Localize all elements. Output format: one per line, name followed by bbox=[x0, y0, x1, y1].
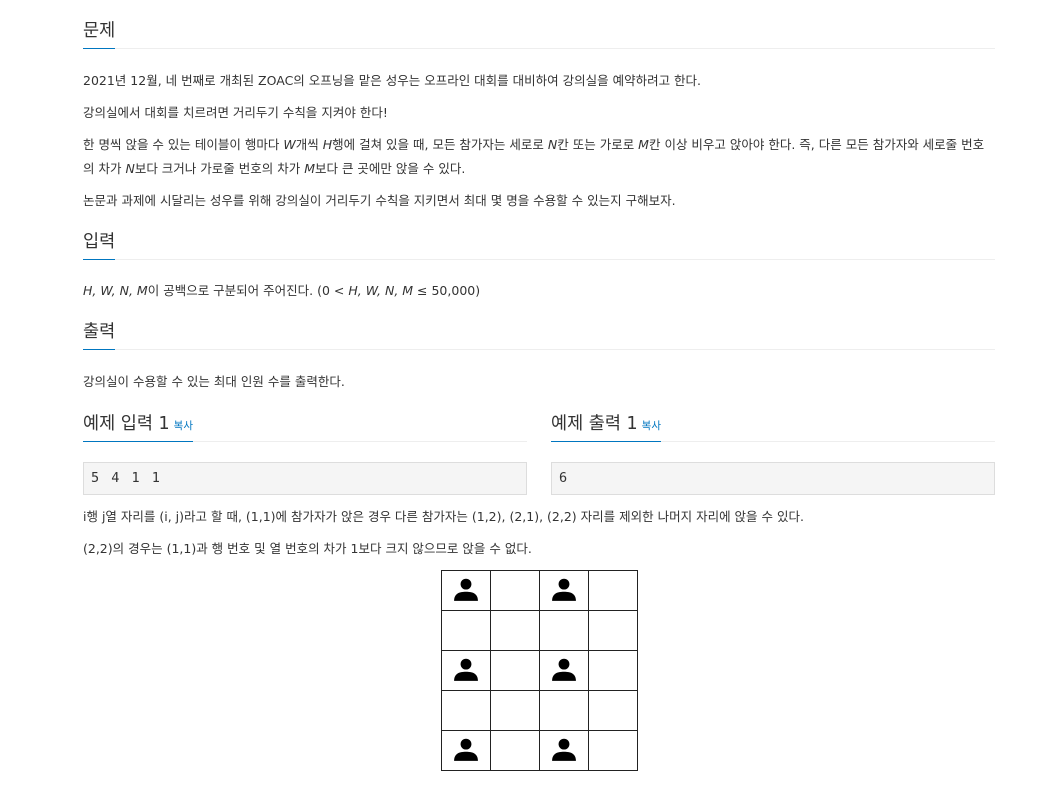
seating-grid bbox=[441, 570, 638, 771]
copy-output-button[interactable]: 복사 bbox=[642, 420, 661, 432]
grid-cell bbox=[441, 650, 491, 691]
grid-cell bbox=[539, 650, 589, 691]
input-section-header: 입력 bbox=[83, 211, 995, 260]
explanation-paragraph-2: (2,2)의 경우는 (1,1)과 행 번호 및 열 번호의 차가 1보다 크지… bbox=[83, 541, 532, 556]
person-icon bbox=[552, 658, 576, 681]
output-section-header: 출력 bbox=[83, 301, 995, 350]
sample-output-header: 예제 출력 1 복사 bbox=[551, 411, 995, 442]
grid-cell bbox=[539, 610, 589, 651]
input-description: H, W, N, M이 공백으로 구분되어 주어진다. (0 < H, W, N… bbox=[83, 283, 481, 298]
sample-output-title: 예제 출력 1 복사 bbox=[551, 413, 661, 442]
copy-input-button[interactable]: 복사 bbox=[174, 420, 193, 432]
person-icon bbox=[552, 578, 576, 601]
grid-row bbox=[441, 610, 638, 651]
grid-cell bbox=[588, 690, 638, 731]
grid-cell bbox=[588, 730, 638, 771]
problem-section-header: 문제 bbox=[83, 0, 995, 49]
output-heading: 출력 bbox=[83, 321, 116, 350]
grid-row bbox=[441, 650, 638, 691]
grid-cell bbox=[441, 730, 491, 771]
grid-row bbox=[441, 730, 638, 771]
sample-input-header: 예제 입력 1 복사 bbox=[83, 411, 527, 442]
person-icon bbox=[454, 738, 478, 761]
person-icon bbox=[552, 738, 576, 761]
grid-cell bbox=[490, 690, 540, 731]
explanation-paragraph-1: i행 j열 자리를 (i, j)라고 할 때, (1,1)에 참가자가 앉은 경… bbox=[83, 509, 804, 524]
problem-paragraph-2: 강의실에서 대회를 치르려면 거리두기 수칙을 지켜야 한다! bbox=[83, 105, 388, 120]
grid-cell bbox=[539, 730, 589, 771]
input-heading: 입력 bbox=[83, 231, 116, 260]
problem-heading: 문제 bbox=[83, 20, 116, 49]
grid-cell bbox=[490, 650, 540, 691]
grid-cell bbox=[490, 610, 540, 651]
grid-cell bbox=[539, 570, 589, 611]
grid-cell bbox=[588, 650, 638, 691]
grid-cell bbox=[588, 610, 638, 651]
problem-paragraph-1: 2021년 12월, 네 번째로 개최된 ZOAC의 오프닝을 맡은 성우는 오… bbox=[83, 73, 702, 88]
grid-cell bbox=[588, 570, 638, 611]
grid-cell bbox=[441, 570, 491, 611]
grid-row bbox=[441, 690, 638, 731]
sample-input-title: 예제 입력 1 복사 bbox=[83, 413, 193, 442]
problem-paragraph-3: 한 명씩 앉을 수 있는 테이블이 행마다 W개씩 H행에 걸쳐 있을 때, 모… bbox=[83, 137, 985, 176]
problem-paragraph-4: 논문과 과제에 시달리는 성우를 위해 강의실이 거리두기 수칙을 지키면서 최… bbox=[83, 193, 676, 208]
grid-row bbox=[441, 570, 638, 611]
sample-output-box[interactable]: 6 bbox=[551, 462, 995, 495]
person-icon bbox=[454, 658, 478, 681]
output-description: 강의실이 수용할 수 있는 최대 인원 수를 출력한다. bbox=[83, 374, 345, 389]
grid-cell bbox=[490, 730, 540, 771]
person-icon bbox=[454, 578, 478, 601]
grid-cell bbox=[490, 570, 540, 611]
grid-cell bbox=[441, 610, 491, 651]
grid-cell bbox=[539, 690, 589, 731]
grid-cell bbox=[441, 690, 491, 731]
sample-input-box[interactable]: 5 4 1 1 bbox=[83, 462, 527, 495]
